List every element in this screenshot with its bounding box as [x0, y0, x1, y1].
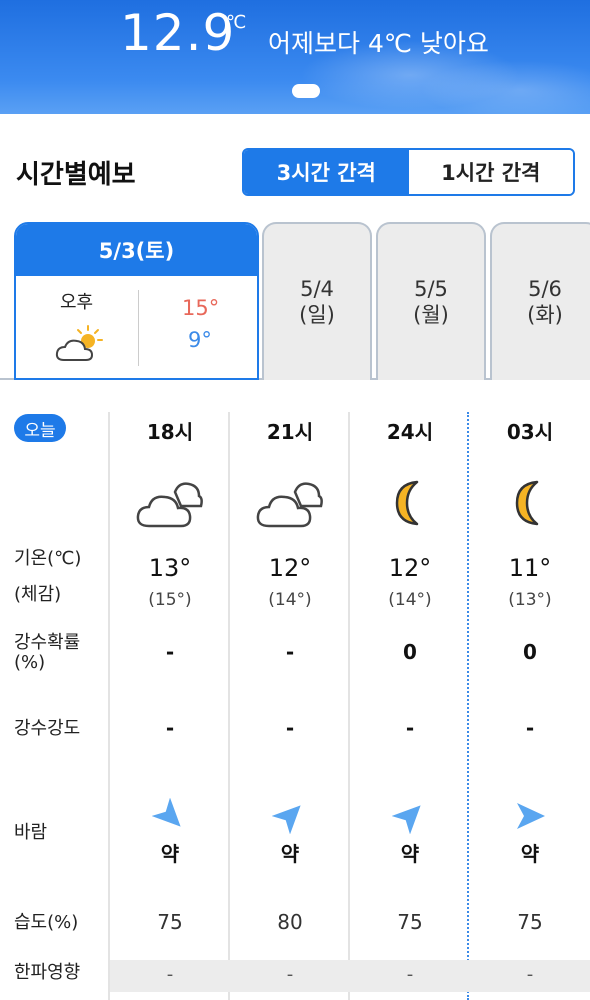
day-tab-selected[interactable]: 5/3(토) 오후 15° 9°	[14, 222, 259, 380]
feels-like: (13°)	[508, 590, 552, 610]
row-label-temp: 기온(℃)	[14, 548, 82, 569]
row-label-precip-prob: 강수확률	[14, 632, 81, 653]
cold-wave-value: -	[406, 964, 414, 985]
day-tab-5-5[interactable]: 5/5 (월)	[376, 222, 486, 380]
precip-amount: -	[525, 716, 535, 740]
hour-label: 24시	[386, 420, 434, 444]
wind-direction-icon	[110, 797, 230, 838]
day-tab-5-4[interactable]: 5/4 (일)	[262, 222, 372, 380]
day-tab-weekday: (일)	[299, 303, 335, 327]
temperature: 11°	[508, 554, 552, 582]
precip-probability: -	[165, 640, 175, 664]
hour-label: 18시	[146, 420, 194, 444]
current-weather-header: 12.9 ℃ 어제보다 4℃ 낮아요	[0, 0, 590, 114]
day-tab-5-6[interactable]: 5/6 (화)	[490, 222, 590, 380]
row-label-wind: 바람	[14, 822, 48, 843]
hour-label: 21시	[266, 420, 314, 444]
partly-cloudy-sun-icon	[54, 324, 106, 368]
row-label-precip-amount: 강수강도	[14, 718, 81, 739]
cloudy-icon	[110, 476, 230, 530]
today-badge: 오늘	[14, 414, 66, 442]
moon-icon	[470, 476, 590, 530]
day-divider	[138, 290, 139, 366]
day-tab-weekday: (화)	[527, 303, 563, 327]
wind-strength: 약	[280, 842, 300, 866]
interval-3h-button[interactable]: 3시간 간격	[244, 150, 409, 194]
row-label-precip-unit: (%)	[14, 652, 46, 673]
feels-like: (14°)	[388, 590, 432, 610]
hour-label: 03시	[506, 420, 554, 444]
moon-icon	[350, 476, 470, 530]
interval-1h-button[interactable]: 1시간 간격	[408, 150, 573, 194]
high-temperature: 15°	[182, 296, 220, 320]
row-label-cold-wave: 한파영향	[14, 962, 81, 983]
precip-probability: -	[285, 640, 295, 664]
precip-amount: -	[285, 716, 295, 740]
feels-like: (15°)	[148, 590, 192, 610]
humidity: 80	[277, 910, 303, 934]
temperature: 12°	[268, 554, 312, 582]
wind-direction-icon	[230, 798, 350, 838]
cold-wave-value: -	[526, 964, 534, 985]
cold-wave-value: -	[286, 964, 294, 985]
interval-toggle: 3시간 간격 1시간 간격	[242, 148, 575, 196]
day-tab-date: 5/3(토)	[16, 224, 257, 276]
humidity: 75	[157, 910, 183, 934]
day-tab-date: 5/6	[528, 277, 562, 301]
day-tab-date: 5/5	[414, 277, 448, 301]
day-tab-weekday: (월)	[413, 303, 449, 327]
temperature: 13°	[148, 554, 192, 582]
row-label-feel: (체감)	[14, 584, 62, 605]
wind-direction-icon	[470, 798, 590, 838]
wind-strength: 약	[400, 842, 420, 866]
row-label-humidity: 습도(%)	[14, 912, 79, 933]
temperature-unit: ℃	[226, 12, 247, 33]
current-temperature: 12.9	[120, 4, 236, 62]
day-tab-date: 5/4	[300, 277, 334, 301]
wind-strength: 약	[520, 842, 540, 866]
day-period: 오후	[60, 292, 94, 313]
cloudy-icon	[230, 476, 350, 530]
section-title: 시간별예보	[16, 160, 136, 190]
precip-amount: -	[405, 716, 415, 740]
wind-strength: 약	[160, 842, 180, 866]
precip-probability: 0	[523, 640, 537, 664]
low-temperature: 9°	[188, 328, 212, 352]
humidity: 75	[517, 910, 543, 934]
precip-probability: 0	[403, 640, 417, 664]
temperature-comparison: 어제보다 4℃ 낮아요	[268, 29, 489, 58]
precip-amount: -	[165, 716, 175, 740]
humidity: 75	[397, 910, 423, 934]
temperature: 12°	[388, 554, 432, 582]
pager-indicator[interactable]	[292, 84, 320, 98]
wind-direction-icon	[350, 798, 470, 838]
cold-wave-value: -	[166, 964, 174, 985]
feels-like: (14°)	[268, 590, 312, 610]
